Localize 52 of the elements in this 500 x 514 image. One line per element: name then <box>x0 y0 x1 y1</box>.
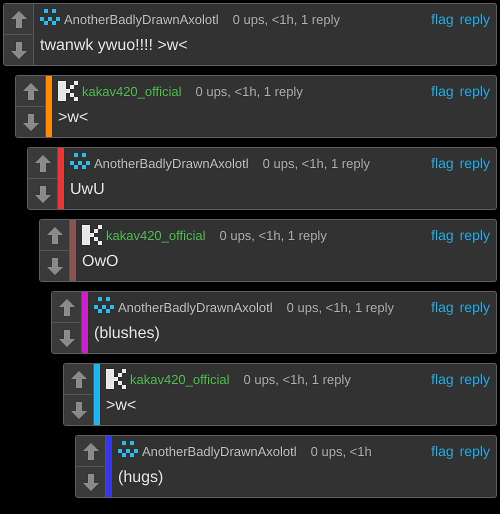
reply-link[interactable]: reply <box>460 371 490 387</box>
comment-meta: 0 ups, <1h, 1 reply <box>262 156 370 170</box>
reply-link[interactable]: reply <box>460 83 490 99</box>
comment-meta: 0 ups, <1h, 1 reply <box>232 12 340 26</box>
comment-text: (hugs) <box>118 469 164 487</box>
username-link[interactable]: AnotherBadlyDrawnAxolotl <box>64 12 219 26</box>
flag-link[interactable]: flag <box>431 155 454 171</box>
downvote-icon[interactable] <box>34 184 52 204</box>
upvote-icon[interactable] <box>82 442 100 460</box>
username-link[interactable]: kakav420_official <box>106 228 206 242</box>
comment-text: twanwk ywuo!!!! >w< <box>40 37 189 55</box>
username-link[interactable]: AnotherBadlyDrawnAxolotl <box>118 300 273 314</box>
reply-link[interactable]: reply <box>460 227 490 243</box>
username-link[interactable]: kakav420_official <box>82 84 182 98</box>
downvote-icon[interactable] <box>58 328 76 348</box>
comment-text: UwU <box>70 181 106 199</box>
reply-link[interactable]: reply <box>460 443 490 459</box>
comment-meta: 0 ups, <1h, 1 reply <box>244 372 351 386</box>
upvote-icon[interactable] <box>34 154 52 172</box>
downvote-icon[interactable] <box>22 112 40 132</box>
flag-link[interactable]: flag <box>431 371 454 387</box>
upvote-icon[interactable] <box>22 82 40 100</box>
comment-meta: 0 ups, <1h <box>310 444 372 458</box>
comment-text: >w< <box>58 109 90 127</box>
comment-text: >w< <box>106 397 138 415</box>
flag-link[interactable]: flag <box>431 11 454 27</box>
pixel-letter-icon <box>58 81 78 101</box>
downvote-icon[interactable] <box>46 256 64 276</box>
comment-meta: 0 ups, <1h, 1 reply <box>196 84 303 98</box>
flag-link[interactable]: flag <box>431 227 454 243</box>
downvote-icon[interactable] <box>82 472 100 492</box>
comment-meta: 0 ups, <1h, 1 reply <box>220 228 327 242</box>
flag-link[interactable]: flag <box>431 83 454 99</box>
comment-meta: 0 ups, <1h, 1 reply <box>286 300 394 314</box>
upvote-icon[interactable] <box>58 298 76 316</box>
reply-link[interactable]: reply <box>460 299 490 315</box>
comment-text: (blushes) <box>94 325 161 343</box>
upvote-icon[interactable] <box>46 226 64 244</box>
downvote-icon[interactable] <box>10 40 28 60</box>
reply-link[interactable]: reply <box>460 155 490 171</box>
username-link[interactable]: AnotherBadlyDrawnAxolotl <box>142 444 297 458</box>
pixel-letter-icon <box>106 369 126 389</box>
downvote-icon[interactable] <box>70 400 88 420</box>
username-link[interactable]: kakav420_official <box>130 372 230 386</box>
upvote-icon[interactable] <box>10 10 28 28</box>
flag-link[interactable]: flag <box>431 443 454 459</box>
comment-text: OwO <box>82 253 120 271</box>
upvote-icon[interactable] <box>70 370 88 388</box>
reply-link[interactable]: reply <box>460 11 490 27</box>
flag-link[interactable]: flag <box>431 299 454 315</box>
pixel-letter-icon <box>82 225 102 245</box>
username-link[interactable]: AnotherBadlyDrawnAxolotl <box>94 156 249 170</box>
